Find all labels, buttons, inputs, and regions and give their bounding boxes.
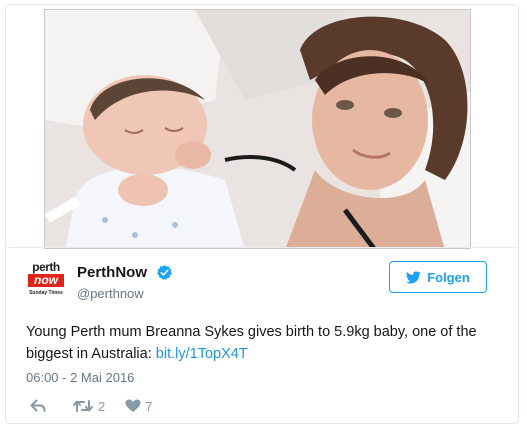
retweet-icon [73, 400, 93, 412]
twitter-bird-icon [406, 270, 421, 283]
verified-badge-icon [157, 265, 172, 280]
like-button[interactable]: 7 [125, 399, 152, 414]
follow-button-label: Folgen [427, 269, 470, 285]
author-handle[interactable]: @perthnow [77, 286, 144, 301]
tweet-card: perth now Sunday Times PerthNow @perthno… [5, 4, 519, 424]
tweet-photo[interactable] [44, 9, 471, 249]
follow-button[interactable]: Folgen [389, 261, 487, 293]
logo-line-perth: perth [32, 260, 60, 274]
tweet-actions: 2 7 [26, 397, 152, 415]
media-divider [6, 247, 518, 248]
reply-icon [30, 399, 46, 412]
tweet-timestamp[interactable]: 06:00 - 2 Mai 2016 [26, 370, 134, 385]
author-display-name[interactable]: PerthNow [77, 264, 147, 281]
avatar[interactable]: perth now Sunday Times [26, 260, 66, 300]
logo-line-now: now [28, 274, 64, 287]
logo-line-sunday-times: Sunday Times [29, 290, 63, 296]
like-count: 7 [145, 398, 153, 414]
retweet-button[interactable]: 2 [72, 399, 105, 414]
retweet-count: 2 [98, 398, 106, 414]
tweet-text: Young Perth mum Breanna Sykes gives birt… [26, 321, 506, 365]
heart-icon [125, 399, 141, 412]
tweet-link[interactable]: bit.ly/1TopX4T [156, 346, 248, 362]
reply-button[interactable] [30, 399, 46, 413]
tweet-body: Young Perth mum Breanna Sykes gives birt… [26, 324, 477, 362]
